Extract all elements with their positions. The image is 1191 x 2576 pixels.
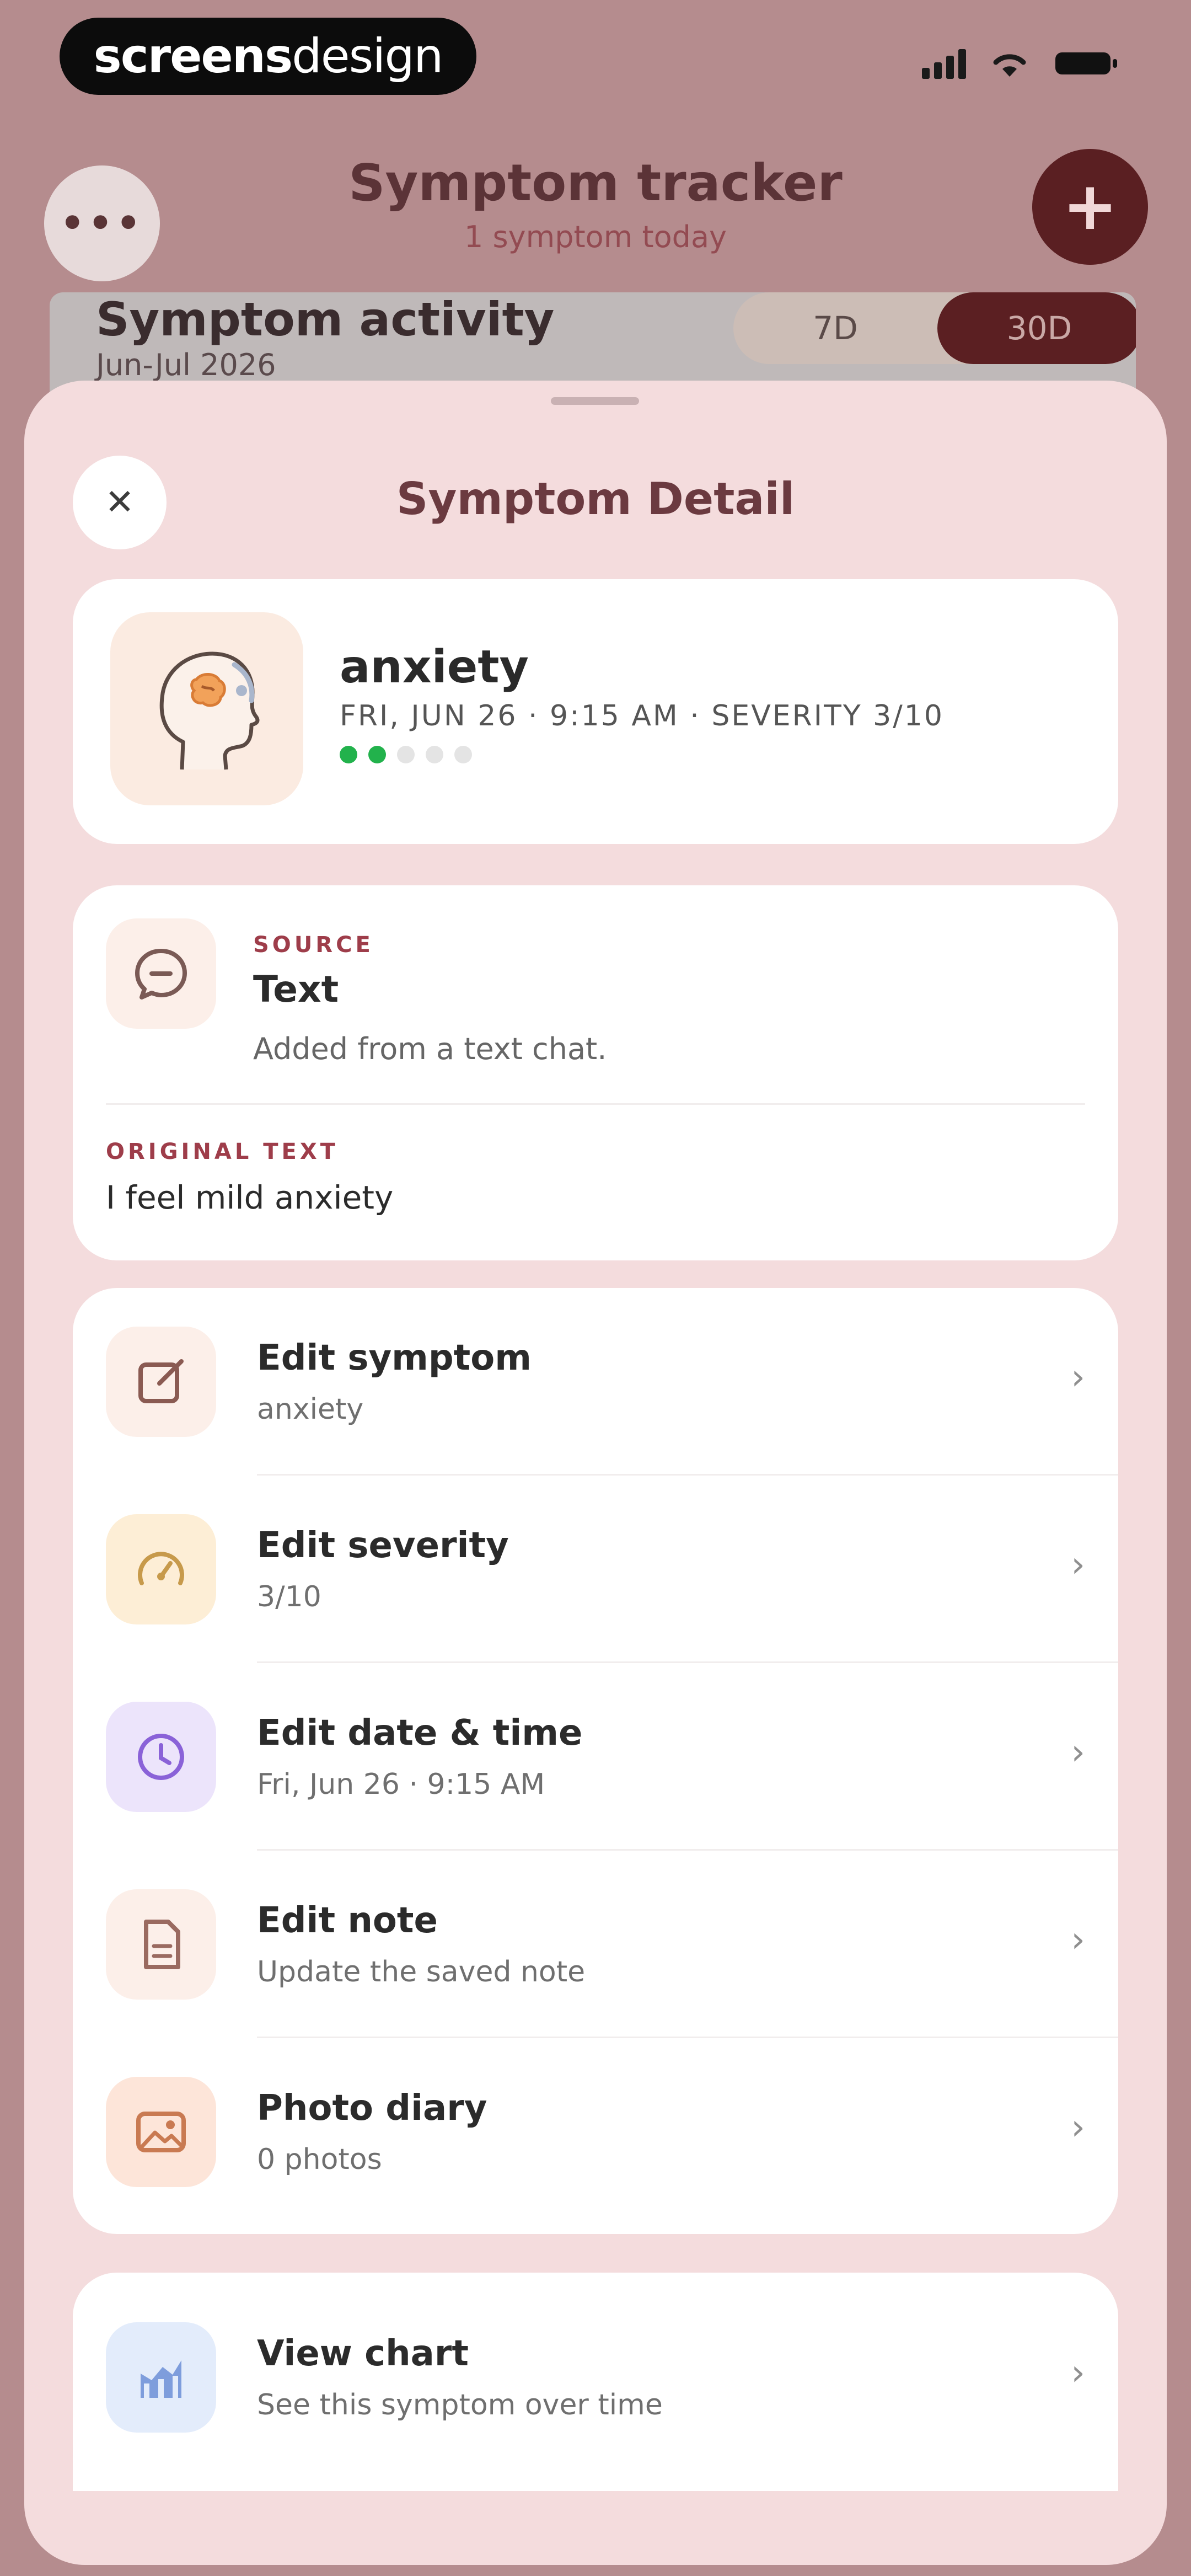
photo-icon [136, 2112, 186, 2152]
row-title: Edit date & time [257, 1713, 583, 1754]
row-title: Edit symptom [257, 1338, 532, 1378]
original-text-value: I feel mild anxiety [106, 1179, 394, 1216]
row-subtitle: anxiety [257, 1393, 364, 1426]
row-subtitle: See this symptom over time [257, 2388, 663, 2422]
severity-dot [426, 746, 443, 763]
sheet-grabber[interactable] [551, 397, 639, 405]
source-value: Text [253, 968, 339, 1011]
range-option-30d[interactable]: 30D [937, 292, 1136, 364]
severity-dot [368, 746, 386, 763]
chart-icon-tile [106, 2322, 216, 2433]
row-subtitle: Update the saved note [257, 1955, 586, 1989]
original-text-label: ORIGINAL TEXT [106, 1139, 339, 1164]
activity-date-range: Jun-Jul 2026 [96, 348, 276, 382]
page-subtitle: 1 symptom today [464, 220, 727, 254]
symptom-summary-card: anxiety FRI, JUN 26 · 9:15 AM · SEVERITY… [73, 579, 1118, 844]
chart-icon [141, 2360, 181, 2398]
source-card: SOURCE Text Added from a text chat. ORIG… [73, 885, 1118, 1260]
page-title: Symptom tracker [348, 153, 843, 212]
view-chart-card: View chart See this symptom over time › [73, 2273, 1118, 2491]
brand-part-2: design [292, 29, 443, 84]
note-icon [144, 1920, 180, 1969]
signal-icon [922, 48, 966, 79]
sheet-title: Symptom Detail [396, 473, 795, 525]
source-description: Added from a text chat. [253, 1032, 607, 1066]
add-symptom-button[interactable]: + [1032, 149, 1148, 265]
activity-title: Symptom activity [96, 292, 555, 346]
app-header: ••• Symptom tracker 1 symptom today + [0, 138, 1191, 281]
row-subtitle: Fri, Jun 26 · 9:15 AM [257, 1768, 545, 1801]
row-title: Edit severity [257, 1525, 509, 1566]
edit-severity-row[interactable]: Edit severity 3/10 › [73, 1476, 1118, 1663]
gauge-icon [138, 1552, 184, 1585]
battery-icon [1053, 48, 1119, 79]
symptom-meta: FRI, JUN 26 · 9:15 AM · SEVERITY 3/10 [340, 699, 944, 733]
gauge-icon-tile [106, 1514, 216, 1624]
divider [106, 1103, 1085, 1105]
clock-icon-tile [106, 1702, 216, 1812]
row-title: Photo diary [257, 2088, 487, 2129]
row-subtitle: 3/10 [257, 1580, 321, 1613]
symptom-detail-sheet: ✕ Symptom Detail anxiety FRI, JUN 26 · 9… [24, 381, 1167, 2565]
symptom-name: anxiety [340, 641, 529, 693]
head-anxiety-icon [159, 651, 260, 770]
edit-symptom-row[interactable]: Edit symptom anxiety › [73, 1288, 1118, 1476]
chevron-right-icon: › [1071, 1357, 1085, 1398]
range-option-7d[interactable]: 7D [733, 292, 937, 364]
clock-icon [138, 1734, 184, 1780]
note-icon-tile [106, 1889, 216, 2000]
chevron-right-icon: › [1071, 1920, 1085, 1960]
row-subtitle: 0 photos [257, 2143, 382, 2176]
symptom-illustration [110, 612, 303, 805]
plus-icon: + [1062, 168, 1118, 245]
severity-dot [397, 746, 415, 763]
row-title: View chart [257, 2333, 469, 2374]
photo-diary-row[interactable]: Photo diary 0 photos › [73, 2038, 1118, 2226]
edit-icon [138, 1359, 184, 1403]
edit-note-row[interactable]: Edit note Update the saved note › [73, 1851, 1118, 2038]
photo-icon-tile [106, 2077, 216, 2187]
chevron-right-icon: › [1071, 1732, 1085, 1773]
status-icons [922, 44, 1119, 83]
status-bar: screens design [0, 0, 1191, 127]
brand-logo: screens design [60, 18, 476, 95]
edit-date-time-row[interactable]: Edit date & time Fri, Jun 26 · 9:15 AM › [73, 1663, 1118, 1851]
source-icon-tile [106, 918, 216, 1029]
view-chart-row[interactable]: View chart See this symptom over time › [73, 2284, 1118, 2482]
source-label: SOURCE [253, 932, 374, 958]
wifi-icon [990, 48, 1029, 79]
range-toggle: 7D 30D [733, 292, 1136, 364]
chevron-right-icon: › [1071, 1544, 1085, 1585]
chat-bubble-icon [135, 949, 187, 1000]
edit-icon-tile [106, 1327, 216, 1437]
edit-actions-card: Edit symptom anxiety › Edit severity 3/1… [73, 1288, 1118, 2234]
brand-part-1: screens [93, 29, 293, 84]
severity-dots [340, 746, 472, 763]
chevron-right-icon: › [1071, 2107, 1085, 2148]
severity-dot [454, 746, 472, 763]
severity-dot [340, 746, 357, 763]
chevron-right-icon: › [1071, 2353, 1085, 2393]
row-title: Edit note [257, 1900, 438, 1941]
